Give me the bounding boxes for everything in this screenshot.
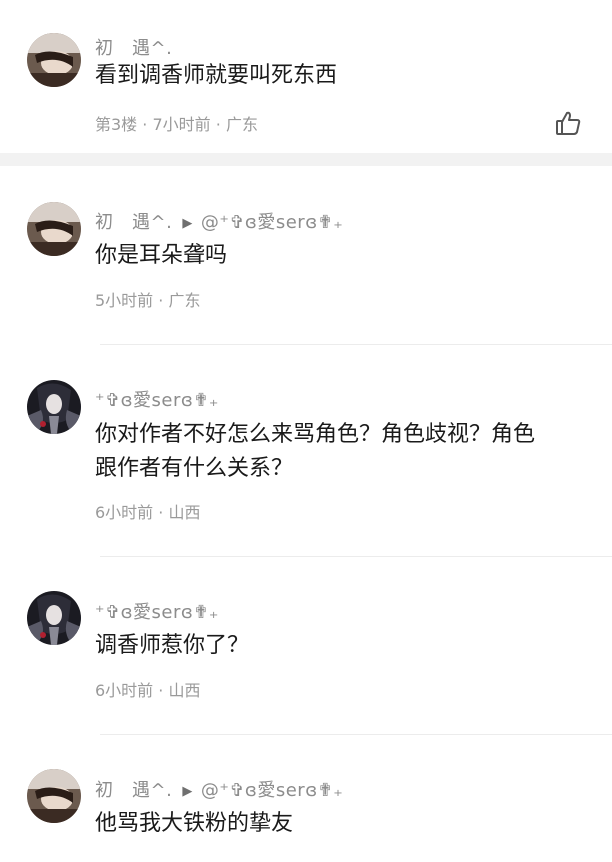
- meta-separator: ·: [158, 503, 164, 522]
- section-divider: [0, 153, 612, 166]
- location: 山西: [168, 681, 201, 700]
- location: 山西: [168, 503, 201, 522]
- avatar[interactable]: [27, 769, 81, 823]
- avatar[interactable]: [27, 591, 81, 645]
- username[interactable]: ⁺✞ɞ愛serɞ✟₊: [95, 598, 219, 624]
- timestamp: 5小时前: [95, 291, 154, 310]
- meta-separator: ·: [158, 681, 164, 700]
- timestamp: 6小时前: [95, 503, 154, 522]
- username[interactable]: 初 遇^.: [95, 212, 172, 233]
- comment-meta: 6小时前 · 山西: [95, 677, 200, 701]
- divider: [100, 556, 612, 557]
- comment-thread: 初 遇^. 看到调香师就要叫死东西 第3楼 · 7小时前 · 广东 初 遇^. …: [0, 0, 612, 862]
- comment-meta: 第3楼 · 7小时前 · 广东: [95, 111, 258, 135]
- meta-separator: ·: [158, 291, 164, 310]
- location: 广东: [225, 115, 258, 134]
- reply-arrow-icon: ▶: [182, 784, 193, 799]
- avatar[interactable]: [27, 202, 81, 256]
- comment-text: 他骂我大铁粉的挚友: [95, 811, 294, 836]
- meta-separator: ·: [215, 115, 221, 134]
- comment-text-line: 跟作者有什么关系？: [95, 456, 294, 481]
- username[interactable]: ⁺✞ɞ愛serɞ✟₊: [95, 386, 219, 412]
- reply-arrow-icon: ▶: [182, 216, 193, 231]
- comment-text: 调香师惹你了？: [95, 633, 250, 658]
- avatar[interactable]: [27, 380, 81, 434]
- username[interactable]: 初 遇^.: [95, 34, 172, 60]
- comment-text: 你是耳朵聋吗: [95, 243, 228, 268]
- divider: [100, 734, 612, 735]
- comment-meta: 6小时前 · 山西: [95, 499, 200, 523]
- floor-number: 第3楼: [95, 115, 138, 134]
- comment-text-line: 你对作者不好怎么来骂角色？角色歧视？角色: [95, 422, 536, 447]
- comment-text: 你对作者不好怎么来骂角色？角色歧视？角色 跟作者有什么关系？: [95, 418, 575, 486]
- avatar[interactable]: [27, 33, 81, 87]
- timestamp: 6小时前: [95, 681, 154, 700]
- comment-text: 看到调香师就要叫死东西: [95, 63, 338, 88]
- username[interactable]: 初 遇^.: [95, 780, 172, 801]
- meta-separator: ·: [142, 115, 148, 134]
- divider: [100, 344, 612, 345]
- timestamp: 7小时前: [152, 115, 211, 134]
- comment-meta: 5小时前 · 广东: [95, 287, 200, 311]
- reply-target[interactable]: @⁺✞ɞ愛serɞ✟₊: [201, 780, 343, 801]
- username-line: 初 遇^. ▶ @⁺✞ɞ愛serɞ✟₊: [95, 208, 343, 234]
- location: 广东: [168, 291, 201, 310]
- username-line: 初 遇^. ▶ @⁺✞ɞ愛serɞ✟₊: [95, 776, 343, 802]
- reply-target[interactable]: @⁺✞ɞ愛serɞ✟₊: [201, 212, 343, 233]
- thumbs-up-icon[interactable]: [554, 109, 582, 137]
